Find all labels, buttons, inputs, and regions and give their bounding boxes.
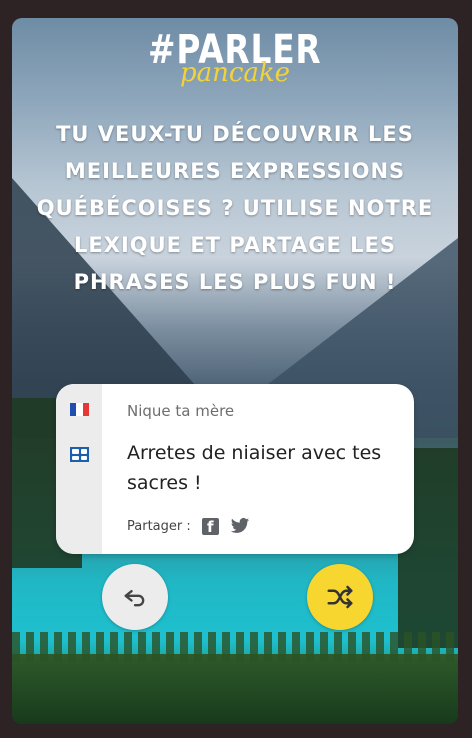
app-screen: #PARLER pancake TU VEUX-TU DÉCOUVRIR LES… xyxy=(12,18,458,724)
undo-icon xyxy=(124,590,145,607)
share-row: Partager : f xyxy=(127,516,251,536)
shuffle-icon xyxy=(327,585,353,609)
undo-button[interactable] xyxy=(102,564,168,630)
logo-sub-text: pancake xyxy=(179,58,291,88)
quebec-flag-icon xyxy=(70,447,89,462)
france-flag-icon xyxy=(70,403,89,416)
french-phrase: Nique ta mère xyxy=(127,402,235,420)
phrase-card: Nique ta mère Arretes de niaiser avec te… xyxy=(56,384,414,554)
card-flag-column xyxy=(56,384,102,554)
shuffle-button[interactable] xyxy=(307,564,373,630)
facebook-icon[interactable]: f xyxy=(201,517,219,535)
forest-bottom xyxy=(12,632,458,724)
quebec-phrase: Arretes de niaiser avec tes sacres ! xyxy=(127,442,382,494)
headline: TU VEUX-TU DÉCOUVRIR LES MEILLEURES EXPR… xyxy=(36,122,434,294)
share-label: Partager : xyxy=(127,518,191,534)
twitter-icon[interactable] xyxy=(229,516,251,536)
